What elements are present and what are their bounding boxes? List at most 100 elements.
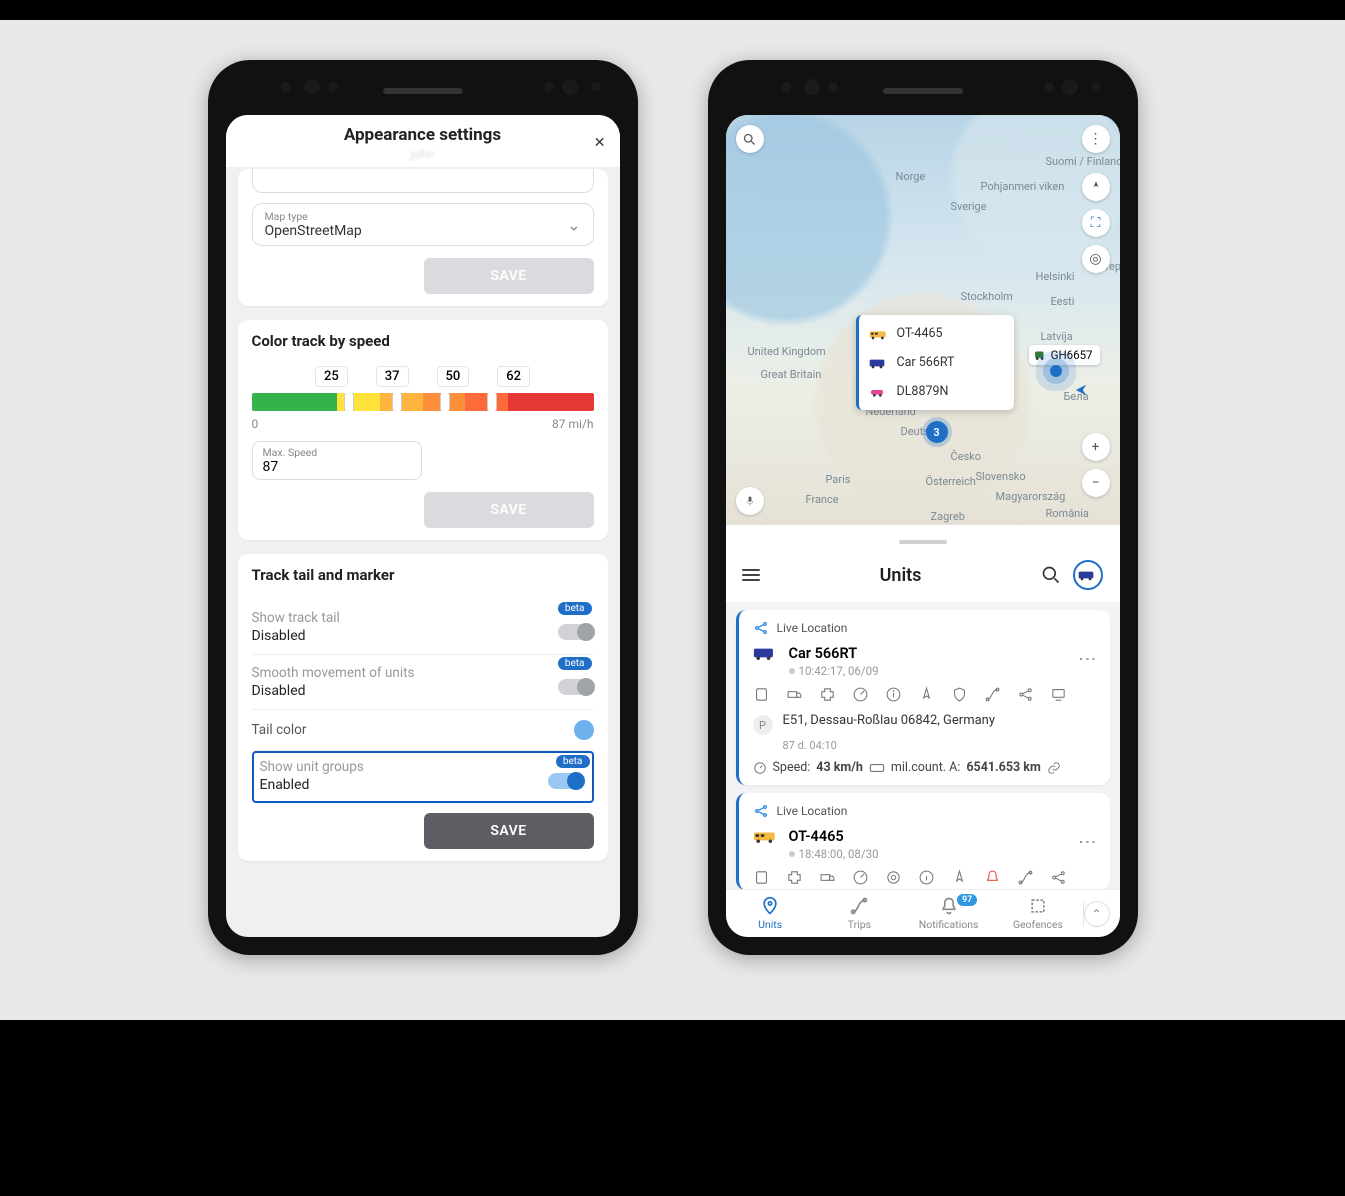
toggle-smooth-movement[interactable]: Smooth movement of units Disabled beta — [252, 655, 594, 710]
nav-units[interactable]: Units — [726, 896, 815, 931]
share-icon — [753, 620, 769, 636]
slider-handle[interactable] — [487, 393, 497, 411]
puzzle-icon[interactable] — [819, 686, 836, 703]
odometer-icon — [869, 762, 885, 774]
share2-icon[interactable] — [1017, 686, 1034, 703]
map-label: Česko — [951, 450, 982, 463]
color-track-title: Color track by speed — [252, 332, 594, 350]
unit-action-icons — [753, 869, 1098, 886]
popup-unit-row[interactable]: Car 566RT — [859, 348, 1014, 377]
map-type-label: Map type — [265, 210, 581, 223]
unit-card[interactable]: Live Location Car 566RT 10:42:17, 06/09 … — [736, 610, 1110, 785]
route-icon[interactable] — [1017, 869, 1034, 886]
menu-icon[interactable] — [742, 569, 760, 581]
speed-color-slider[interactable] — [252, 393, 594, 411]
notification-badge: 97 — [957, 894, 977, 906]
map-label: Eesti — [1051, 295, 1075, 308]
slider-handle[interactable] — [392, 393, 402, 411]
slider-handle[interactable] — [344, 393, 354, 411]
truck-icon[interactable] — [819, 869, 836, 886]
beta-badge: beta — [558, 657, 592, 670]
tail-color-swatch[interactable] — [574, 720, 594, 740]
drag-handle[interactable] — [899, 540, 947, 544]
map-type-value: OpenStreetMap — [265, 223, 581, 239]
monitor-icon[interactable] — [1050, 686, 1067, 703]
settings-subtitle-blurred: john — [226, 147, 620, 161]
gauge-icon[interactable] — [852, 686, 869, 703]
fit-to-screen-icon[interactable]: ⛶ — [1082, 209, 1110, 237]
settings-header: Appearance settings john ✕ — [226, 115, 620, 167]
shield-icon[interactable] — [951, 686, 968, 703]
switch-off[interactable] — [558, 679, 594, 695]
device-icon[interactable] — [753, 869, 770, 886]
map-type-select[interactable]: Map type OpenStreetMap ⌄ — [252, 203, 594, 246]
live-location-row[interactable]: Live Location — [753, 803, 1098, 819]
speed-tick-labels: 25 37 50 62 — [252, 366, 594, 387]
map-label: Zagreb — [931, 510, 965, 523]
unit-name: OT-4465 — [789, 828, 844, 845]
info-icon[interactable] — [918, 869, 935, 886]
gauge-icon[interactable] — [852, 869, 869, 886]
share2-icon[interactable] — [1050, 869, 1067, 886]
nav-geofences[interactable]: Geofences — [993, 896, 1082, 931]
map-label: România — [1046, 507, 1089, 520]
slider-handle[interactable] — [440, 393, 450, 411]
collapse-icon[interactable]: ⌃ — [1084, 901, 1110, 927]
popup-unit-row[interactable]: DL8879N — [859, 377, 1014, 406]
location-ping-icon — [1050, 365, 1062, 377]
more-icon[interactable]: ⋮ — [1077, 650, 1098, 669]
mic-icon[interactable] — [736, 487, 764, 515]
zoom-out-button[interactable]: − — [1082, 469, 1110, 497]
unit-cluster-marker[interactable]: 3 — [926, 421, 948, 443]
save-button-map[interactable]: SAVE — [424, 258, 594, 294]
target-icon[interactable] — [885, 869, 902, 886]
truck-icon[interactable] — [786, 686, 803, 703]
unit-marker-chip[interactable]: GH6657 — [1029, 345, 1100, 365]
compass-icon[interactable] — [1082, 173, 1110, 201]
zoom-in-button[interactable]: + — [1082, 433, 1110, 461]
search-icon[interactable] — [736, 125, 764, 153]
compass-icon[interactable] — [918, 686, 935, 703]
unit-group-popup: OT-4465 Car 566RT DL8879N — [856, 315, 1014, 410]
map-label: Latvija — [1041, 330, 1073, 343]
map-label: Magyarország — [996, 490, 1066, 503]
switch-on[interactable] — [548, 773, 584, 789]
popup-unit-row[interactable]: OT-4465 — [859, 319, 1014, 348]
unit-card[interactable]: Live Location OT-4465 18:48:00, 08/30 ⋮ — [736, 793, 1110, 890]
compass-icon[interactable] — [951, 869, 968, 886]
search-icon[interactable] — [1041, 565, 1061, 585]
partial-field-above[interactable] — [252, 169, 594, 193]
map-label: Österreich — [926, 475, 976, 488]
map[interactable]: Suomi / FinlandSverigeNorgePohjanmeri vi… — [726, 115, 1120, 525]
beta-badge: beta — [558, 602, 592, 615]
unit-since: 87 d. 04:10 — [783, 739, 1098, 752]
device-icon[interactable] — [753, 686, 770, 703]
unit-timestamp: 10:42:17, 06/09 — [789, 664, 1098, 678]
save-button-color[interactable]: SAVE — [424, 492, 594, 528]
locate-me-icon[interactable]: ◎ — [1082, 245, 1110, 273]
bottom-nav: Units Trips 97 Notifications Geofences ⌃ — [726, 889, 1120, 937]
more-icon[interactable]: ⋮ — [1077, 833, 1098, 852]
toggle-show-unit-groups[interactable]: Show unit groups Enabled beta — [252, 751, 594, 803]
nav-trips[interactable]: Trips — [815, 896, 904, 931]
max-speed-label: Max. Speed — [263, 446, 411, 459]
unit-timestamp: 18:48:00, 08/30 — [789, 847, 1098, 861]
close-icon[interactable]: ✕ — [594, 135, 606, 151]
route-icon[interactable] — [984, 686, 1001, 703]
max-speed-value: 87 — [263, 459, 411, 475]
puzzle-icon[interactable] — [786, 869, 803, 886]
max-speed-input[interactable]: Max. Speed 87 — [252, 441, 422, 480]
map-label: Sverige — [951, 200, 987, 213]
tail-section-title: Track tail and marker — [252, 566, 594, 584]
switch-off[interactable] — [558, 624, 594, 640]
nav-notifications[interactable]: 97 Notifications — [904, 896, 993, 931]
alert-icon[interactable] — [984, 869, 1001, 886]
save-button-tail[interactable]: SAVE — [424, 813, 594, 849]
info-icon[interactable] — [885, 686, 902, 703]
share-icon — [753, 803, 769, 819]
user-avatar[interactable] — [1073, 560, 1103, 590]
more-icon[interactable]: ⋮ — [1082, 125, 1110, 153]
toggle-show-track-tail[interactable]: Show track tail Disabled beta — [252, 600, 594, 655]
tail-color-row[interactable]: Tail color — [252, 710, 594, 751]
live-location-row[interactable]: Live Location — [753, 620, 1098, 636]
